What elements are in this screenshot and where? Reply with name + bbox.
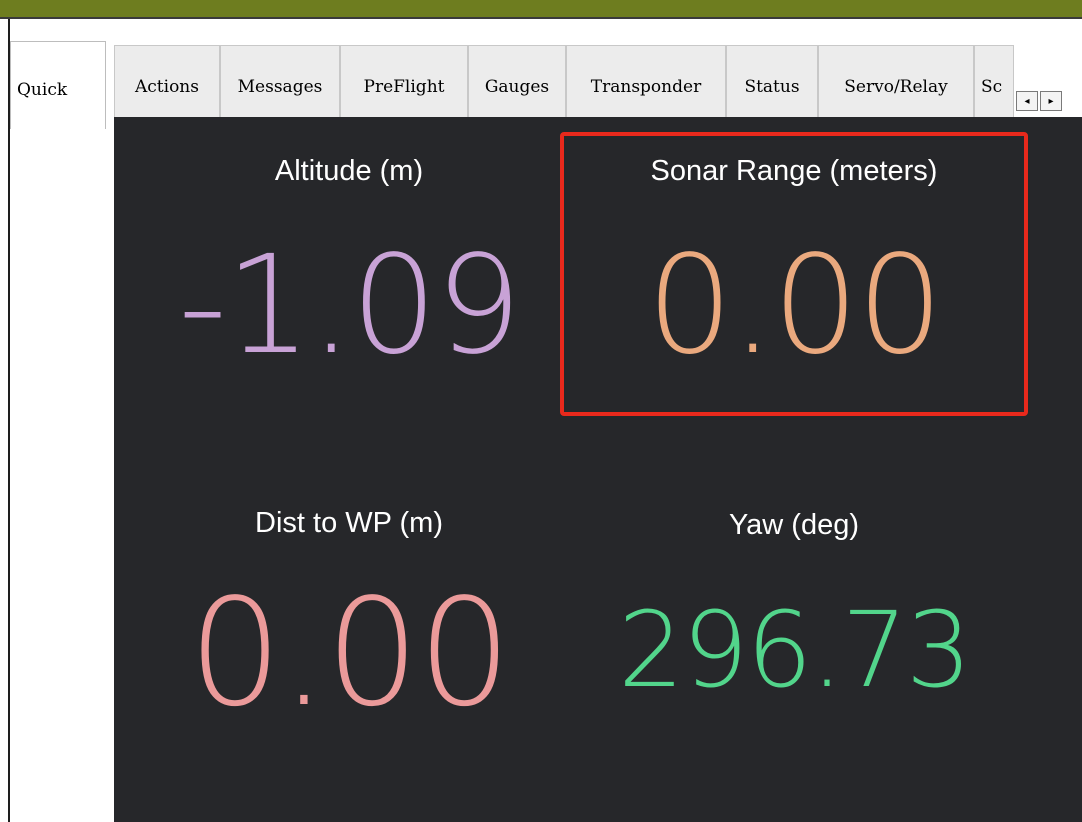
flight-data-window: Quick Actions Messages PreFlight Gauges …	[8, 19, 1082, 822]
dist-to-wp-value: 0.00	[188, 567, 512, 739]
yaw-cell[interactable]: Yaw (deg) 296.73	[560, 457, 1028, 787]
tab-transponder[interactable]: Transponder	[566, 45, 726, 127]
tab-quick[interactable]: Quick	[10, 41, 106, 129]
quick-view-panel: Altitude (m) -1.09 Sonar Range (meters) …	[114, 117, 1082, 822]
yaw-label: Yaw (deg)	[728, 509, 860, 541]
tab-servo-relay[interactable]: Servo/Relay	[818, 45, 974, 127]
window-title-bar	[0, 0, 1082, 17]
tab-scroll-buttons: ◂ ▸	[1016, 91, 1066, 111]
tab-partial[interactable]: Sc	[974, 45, 1014, 127]
tab-status[interactable]: Status	[726, 45, 818, 127]
arrow-left-icon[interactable]: ◂	[1016, 91, 1038, 111]
altitude-label: Altitude (m)	[274, 155, 424, 187]
sonar-range-value: 0.00	[646, 227, 944, 385]
tab-messages[interactable]: Messages	[220, 45, 340, 127]
dist-to-wp-label: Dist to WP (m)	[255, 507, 443, 539]
sonar-range-label: Sonar Range (meters)	[650, 155, 938, 187]
tab-gauges[interactable]: Gauges	[468, 45, 566, 127]
altitude-cell[interactable]: Altitude (m) -1.09	[114, 117, 584, 447]
altitude-value: -1.09	[178, 227, 522, 385]
yaw-value: 296.73	[618, 589, 972, 711]
arrow-right-icon[interactable]: ▸	[1040, 91, 1062, 111]
tab-preflight[interactable]: PreFlight	[340, 45, 468, 127]
tab-actions[interactable]: Actions	[114, 45, 220, 127]
tab-strip: Quick Actions Messages PreFlight Gauges …	[10, 31, 1082, 129]
sonar-range-cell[interactable]: Sonar Range (meters) 0.00	[560, 117, 1028, 447]
dist-to-wp-cell[interactable]: Dist to WP (m) 0.00	[114, 457, 584, 787]
